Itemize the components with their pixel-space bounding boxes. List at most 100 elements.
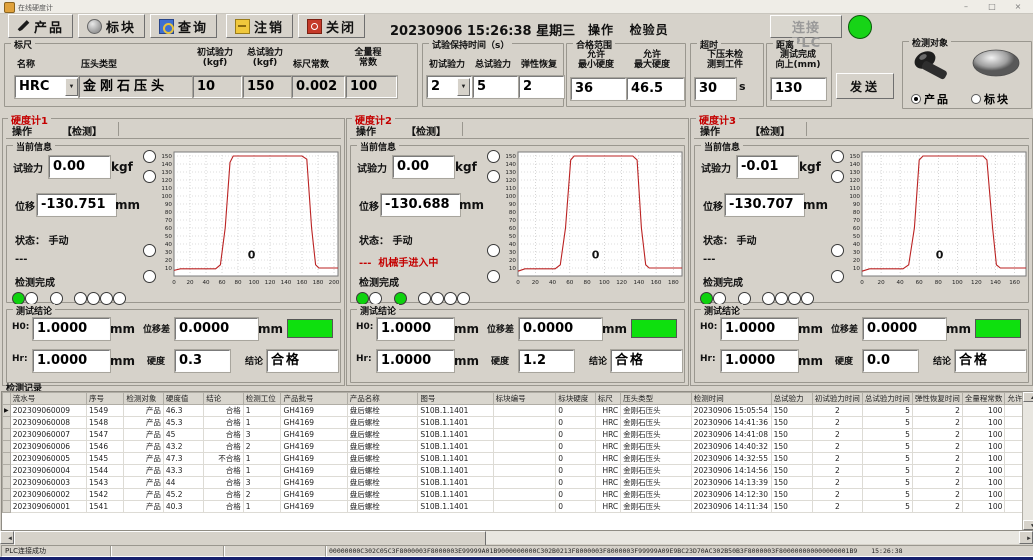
table-cell: 金刚石压头 [621,405,692,417]
table-row[interactable]: 2023090600061546产品43.2合格2GH4169盘后螺栓S10B.… [3,441,1033,453]
maximize-button[interactable]: □ [981,1,1003,12]
column-header[interactable]: 弹性恢复时间 [912,393,962,405]
table-cell: 合格 [204,465,244,477]
column-header[interactable]: 全量程常数 [962,393,1005,405]
table-row[interactable]: ▶2023090600091549产品46.3合格1GH4169盘后螺栓S10B… [3,405,1033,417]
row-selector[interactable]: ▶ [3,405,11,417]
scroll-up-icon[interactable]: ▲ [1023,392,1033,402]
table-header-row: 流水号序号检测对象硬度值结论检测工位产品批号产品名称图号标块编号标块硬度标尺压头… [3,393,1033,405]
table-cell: 盘后螺栓 [347,405,418,417]
minimize-button[interactable]: – [955,1,977,12]
vertical-scrollbar[interactable]: ▲ ▼ [1022,392,1033,530]
table-cell: 5 [862,429,912,441]
column-header[interactable]: 图号 [418,393,493,405]
row-selector[interactable] [3,417,11,429]
svg-text:130: 130 [849,170,860,176]
radio-target-block[interactable]: 标块 [971,88,1010,107]
connect-plc-button[interactable]: 连接PLC [770,15,842,38]
table-row[interactable]: 2023090600011541产品40.3合格1GH4169盘后螺栓S10B.… [3,501,1033,513]
hold-time-1-input[interactable]: 5 [473,76,518,98]
column-header[interactable]: 硬度值 [163,393,203,405]
column-header[interactable]: 标块硬度 [556,393,595,405]
operator-value: 检验员 [630,23,669,37]
radio-target-product[interactable]: 产品 [911,88,950,107]
row-selector[interactable] [3,453,11,465]
send-button[interactable]: 发送 [836,73,894,99]
status-indicator-4 [762,292,775,305]
hold-time-0-input[interactable]: 2▼ [427,76,472,98]
column-header[interactable]: 初试验力时间 [812,393,862,405]
column-header[interactable]: 流水号 [10,393,86,405]
scroll-right-icon[interactable]: ► [1019,531,1033,544]
row-selector[interactable] [3,489,11,501]
close-button[interactable]: × [1007,1,1029,12]
table-cell: 43.2 [163,441,203,453]
row-selector[interactable] [3,441,11,453]
toolbar-button-close[interactable]: 关闭 [298,14,365,38]
column-header[interactable]: 总试验力时间 [862,393,912,405]
toolbar-button-product[interactable]: 产品 [8,14,73,38]
menu-operate[interactable]: 操作 [356,123,376,138]
table-cell: 202309060003 [10,477,86,489]
column-header[interactable]: 序号 [87,393,124,405]
column-header[interactable]: 检测对象 [124,393,163,405]
horizontal-scrollbar[interactable]: ◄ ► [0,531,1033,544]
channel-indicator-1 [831,150,844,163]
table-cell: 5 [862,417,912,429]
table-cell: 0 [556,465,595,477]
chart-container: 1020304050607080901001101201301401500204… [159,148,341,292]
menu-detect[interactable]: 【检测】 [750,123,790,138]
table-row[interactable]: 2023090600021542产品45.2合格2GH4169盘后螺栓S10B.… [3,489,1033,501]
svg-text:80: 80 [234,280,242,286]
table-row[interactable]: 2023090600071547产品45合格3GH4169盘后螺栓S10B.1.… [3,429,1033,441]
displacement-value-field: -130.751 [37,194,116,216]
row-selector[interactable] [3,501,11,513]
table-row[interactable]: 2023090600081548产品45.3合格1GH4169盘后螺栓S10B.… [3,417,1033,429]
column-header[interactable]: 结论 [204,393,244,405]
table-cell: 合格 [204,489,244,501]
menu-detect[interactable]: 【检测】 [406,123,446,138]
distance-input[interactable]: 130 [771,78,826,100]
status-indicator-4 [74,292,87,305]
initial-force-field: 10 [193,76,242,98]
menu-detect[interactable]: 【检测】 [62,123,102,138]
min-hardness-input[interactable]: 36 [571,78,626,100]
max-hardness-input[interactable]: 46.5 [627,78,684,100]
table-row[interactable]: 2023090600031543产品44合格3GH4169盘后螺栓S10B.1.… [3,477,1033,489]
column-header[interactable]: 标尺 [595,393,620,405]
column-header[interactable]: 产品名称 [347,393,418,405]
scroll-left-icon[interactable]: ◄ [0,531,14,544]
table-cell: 金刚石压头 [621,453,692,465]
column-header[interactable]: 压头类型 [621,393,692,405]
toolbar-button-logout[interactable]: 注销 [226,14,293,38]
scroll-down-icon[interactable]: ▼ [1023,520,1033,530]
svg-text:30: 30 [853,250,861,256]
chevron-down-icon[interactable]: ▼ [457,78,470,96]
table-row[interactable]: 2023090600051545产品47.3不合格1GH4169盘后螺栓S10B… [3,453,1033,465]
channel-indicator-4 [487,270,500,283]
table-cell: 202309060007 [10,429,86,441]
ruler-name-combobox[interactable]: HRC ▼ [15,76,80,98]
table-row[interactable]: 2023090600041544产品43.3合格1GH4169盘后螺栓S10B.… [3,465,1033,477]
menu-operate[interactable]: 操作 [12,123,32,138]
total-force-field: 150 [243,76,292,98]
menu-operate[interactable]: 操作 [700,123,720,138]
column-header[interactable]: 产品批号 [281,393,347,405]
toolbar-button-query[interactable]: 查询 [150,14,217,38]
column-header[interactable]: 检测时间 [691,393,771,405]
scrollbar-thumb[interactable] [14,531,486,546]
row-selector[interactable] [3,465,11,477]
force-value-field: 0.00 [49,156,110,178]
row-selector[interactable] [3,429,11,441]
column-header[interactable]: 标块编号 [493,393,556,405]
column-header[interactable]: 总试验力 [771,393,812,405]
hold-time-2-input[interactable]: 2 [519,76,564,98]
table-cell: 100 [962,453,1005,465]
row-selector[interactable] [3,477,11,489]
timeout-input[interactable]: 30 [695,78,736,100]
table-cell: 20230906 14:14:56 [691,465,771,477]
column-header[interactable]: 检测工位 [243,393,281,405]
chevron-down-icon[interactable]: ▼ [65,78,78,96]
toolbar-button-block[interactable]: 标块 [78,14,145,38]
svg-text:10: 10 [853,266,861,272]
